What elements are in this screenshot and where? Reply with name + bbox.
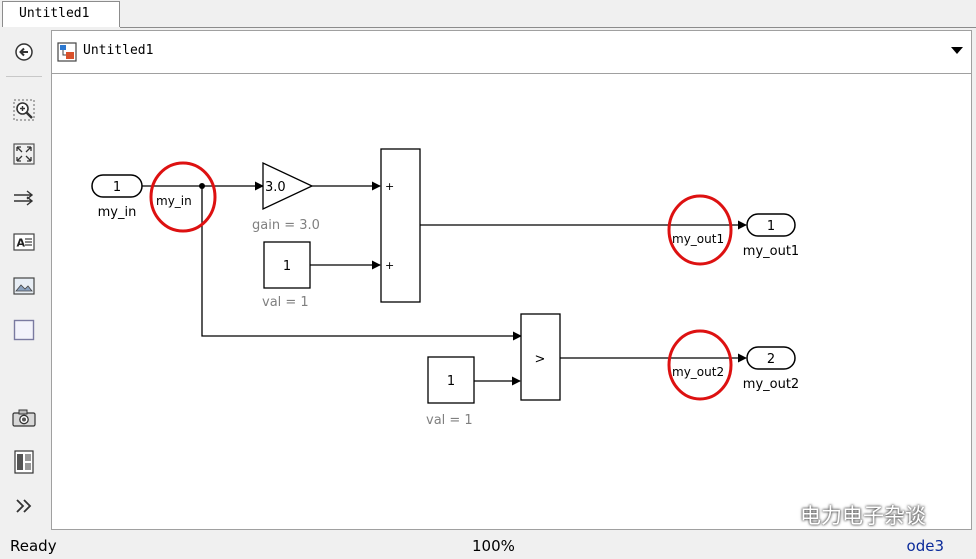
zoom-level[interactable]: 100%	[472, 537, 515, 555]
model-canvas[interactable]: 1 my_in my_in 3.0 gain = 3.0 1 val = 1 +	[51, 74, 972, 530]
model-icon	[57, 42, 77, 66]
outport-2-name: my_out2	[743, 377, 799, 392]
gain-value: 3.0	[265, 180, 286, 195]
constant-2-value: 1	[447, 374, 455, 389]
area-icon[interactable]	[10, 316, 38, 344]
gain-caption: gain = 3.0	[252, 218, 320, 233]
fit-view-icon[interactable]	[10, 140, 38, 168]
watermark-text: 电力电子杂谈	[800, 504, 926, 528]
annotation-icon[interactable]: A	[10, 228, 38, 256]
back-icon[interactable]	[10, 38, 38, 66]
signal-label-in: my_in	[156, 194, 192, 208]
address-bar[interactable]: Untitled1	[51, 30, 972, 74]
left-toolbar: A	[0, 28, 50, 530]
svg-text:A: A	[17, 237, 26, 250]
status-bar: Ready 100% ode3	[0, 532, 976, 559]
inport-number: 1	[113, 180, 121, 195]
image-icon[interactable]	[10, 272, 38, 300]
signal-label-out1: my_out1	[672, 232, 724, 246]
wechat-icon	[758, 499, 792, 532]
model-path: Untitled1	[83, 43, 154, 58]
signal-label-out2: my_out2	[672, 365, 724, 379]
sum-sign-1: +	[385, 180, 394, 193]
inport-name: my_in	[98, 205, 137, 220]
chevron-down-icon[interactable]	[951, 47, 963, 54]
camera-icon[interactable]	[10, 404, 38, 432]
watermark: 电力电子杂谈	[758, 500, 926, 530]
tab-strip: Untitled1	[0, 0, 976, 28]
solver-link[interactable]: ode3	[907, 537, 944, 555]
constant-1-caption: val = 1	[262, 295, 309, 310]
block-diagram: 1 my_in my_in 3.0 gain = 3.0 1 val = 1 +	[91, 148, 799, 428]
constant-1-value: 1	[283, 259, 291, 274]
status-text: Ready	[10, 537, 57, 555]
tab-divider	[120, 27, 976, 28]
arrow-routing-icon[interactable]	[10, 184, 38, 212]
sum-sign-2: +	[385, 259, 394, 272]
relational-operator-symbol: >	[535, 352, 546, 367]
highlight-circle-out1	[667, 194, 733, 266]
toolbar-separator	[6, 76, 42, 77]
outport-1-name: my_out1	[743, 244, 799, 259]
outport-2-number: 2	[767, 352, 775, 367]
model-browser-icon[interactable]	[10, 448, 38, 476]
sum-block[interactable]	[380, 148, 421, 303]
tab-untitled1[interactable]: Untitled1	[2, 1, 120, 27]
outport-1-number: 1	[767, 219, 775, 234]
zoom-in-icon[interactable]	[10, 96, 38, 124]
signal-line-branch[interactable]	[201, 186, 522, 341]
constant-2-caption: val = 1	[426, 413, 473, 428]
expand-icon[interactable]	[10, 492, 38, 520]
